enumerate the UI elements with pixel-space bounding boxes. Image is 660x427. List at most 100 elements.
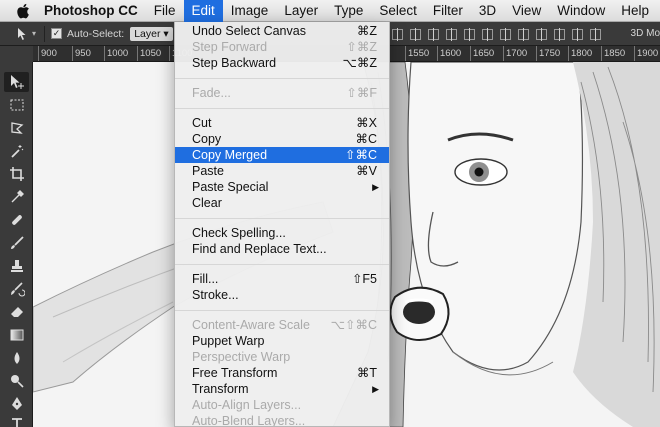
menu-item-puppet-warp[interactable]: Puppet Warp [175, 333, 389, 349]
menu-window[interactable]: Window [549, 0, 613, 22]
menu-separator [175, 108, 389, 109]
brush-tool-icon [10, 236, 24, 249]
ruler-tick [38, 46, 39, 61]
menu-item-check-spelling[interactable]: Check Spelling... [175, 225, 389, 241]
lasso-tool[interactable] [4, 118, 29, 138]
auto-select-target-dropdown[interactable]: Layer ▾ [130, 26, 173, 41]
eraser-tool-icon [10, 307, 23, 317]
menu-image[interactable]: Image [223, 0, 277, 22]
ruler-label: 1850 [604, 48, 626, 59]
menu-item-label: Auto-Align Layers... [192, 398, 302, 412]
history-brush-tool[interactable] [4, 279, 29, 299]
move-tool-preset-icon[interactable] [16, 27, 30, 41]
ruler-origin[interactable] [0, 46, 33, 62]
brush-tool[interactable] [4, 233, 29, 253]
menu-item-cut[interactable]: Cut ⌘X [175, 115, 389, 131]
menu-item-copy-merged[interactable]: Copy Merged ⇧⌘C [175, 147, 389, 163]
menu-item-label: Undo Select Canvas [192, 24, 306, 38]
crop-tool[interactable] [4, 164, 29, 184]
menu-item-fade: Fade... ⇧⌘F [175, 85, 389, 101]
ruler-label: 950 [75, 48, 91, 59]
eyedropper-tool[interactable] [4, 187, 29, 207]
menu-item-content-aware-scale: Content-Aware Scale ⌥⇧⌘C [175, 317, 389, 333]
menu-item-label: Copy Merged [192, 148, 268, 162]
menu-edit[interactable]: Edit [183, 0, 223, 22]
menu-3d[interactable]: 3D [471, 0, 504, 22]
tool-preset-caret-icon[interactable]: ▾ [32, 29, 36, 38]
menu-item-label: Transform [192, 382, 249, 396]
3d-mode-label: 3D Mo [630, 28, 660, 39]
distribute-left-icon[interactable] [554, 27, 565, 41]
align-bottom-icon[interactable] [428, 27, 439, 41]
menu-item-find-and-replace-text[interactable]: Find and Replace Text... [175, 241, 389, 257]
menu-item-stroke[interactable]: Stroke... [175, 287, 389, 303]
history-brush-tool-icon [10, 282, 25, 297]
lasso-tool-icon [10, 122, 23, 134]
distribute-top-icon[interactable] [500, 27, 511, 41]
pen-tool[interactable] [4, 394, 29, 414]
eyedropper-tool-icon [11, 190, 24, 203]
dodge-tool[interactable] [4, 371, 29, 391]
menu-item-transform[interactable]: Transform ▶ [175, 381, 389, 397]
align-hcenter-icon[interactable] [464, 27, 475, 41]
menu-layer[interactable]: Layer [276, 0, 326, 22]
ruler-tick [72, 46, 73, 61]
menu-item-label: Paste [192, 164, 224, 178]
menu-item-shortcut: ⇧⌘Z [346, 40, 377, 54]
menu-view[interactable]: View [504, 0, 549, 22]
ruler-tick [568, 46, 569, 61]
distribute-hcenter-icon[interactable] [572, 27, 583, 41]
ruler-tick [536, 46, 537, 61]
ruler-tick [634, 46, 635, 61]
menu-item-step-backward[interactable]: Step Backward ⌥⌘Z [175, 55, 389, 71]
options-divider [44, 25, 46, 42]
menu-separator [175, 264, 389, 265]
magic-wand-tool[interactable] [4, 141, 29, 161]
align-vcenter-icon[interactable] [410, 27, 421, 41]
menu-item-label: Puppet Warp [192, 334, 265, 348]
submenu-arrow-icon: ▶ [372, 384, 379, 394]
type-tool[interactable] [4, 414, 29, 427]
align-top-icon[interactable] [392, 27, 403, 41]
eraser-tool[interactable] [4, 302, 29, 322]
menu-item-free-transform[interactable]: Free Transform ⌘T [175, 365, 389, 381]
menu-item-clear[interactable]: Clear [175, 195, 389, 211]
menu-select[interactable]: Select [371, 0, 425, 22]
menu-item-label: Fill... [192, 272, 219, 286]
app-menu[interactable]: Photoshop CC [40, 0, 146, 22]
ruler-label: 1750 [539, 48, 561, 59]
align-left-icon[interactable] [446, 27, 457, 41]
menu-item-copy[interactable]: Copy ⌘C [175, 131, 389, 147]
auto-select-checkbox[interactable]: ✓ [51, 28, 63, 39]
menu-item-label: Step Forward [192, 40, 268, 54]
menu-item-label: Perspective Warp [192, 350, 291, 364]
menu-bar: Photoshop CC File Edit Image Layer Type … [0, 0, 660, 22]
menu-item-label: Auto-Blend Layers... [192, 414, 306, 427]
healing-brush-tool[interactable] [4, 210, 29, 230]
menu-file[interactable]: File [146, 0, 184, 22]
align-right-icon[interactable] [482, 27, 493, 41]
blur-tool[interactable] [4, 348, 29, 368]
menu-filter[interactable]: Filter [425, 0, 471, 22]
submenu-arrow-icon: ▶ [372, 182, 379, 192]
menu-item-shortcut: ⌘X [356, 116, 377, 130]
distribute-vcenter-icon[interactable] [518, 27, 529, 41]
clone-stamp-tool[interactable] [4, 256, 29, 276]
menu-type[interactable]: Type [326, 0, 371, 22]
menu-item-perspective-warp: Perspective Warp [175, 349, 389, 365]
menu-item-shortcut: ⌘C [355, 132, 377, 146]
type-tool-icon [11, 418, 22, 427]
distribute-bottom-icon[interactable] [536, 27, 547, 41]
gradient-tool[interactable] [4, 325, 29, 345]
tools-panel [0, 62, 33, 427]
menu-item-paste-special[interactable]: Paste Special ▶ [175, 179, 389, 195]
move-tool[interactable] [4, 72, 29, 92]
apple-menu-icon[interactable] [16, 3, 30, 19]
menu-help[interactable]: Help [613, 0, 657, 22]
menu-item-paste[interactable]: Paste ⌘V [175, 163, 389, 179]
menu-item-undo-select-canvas[interactable]: Undo Select Canvas ⌘Z [175, 23, 389, 39]
marquee-tool[interactable] [4, 95, 29, 115]
edit-menu-dropdown: Undo Select Canvas ⌘Z Step Forward ⇧⌘Z Step … [174, 22, 390, 427]
menu-item-fill[interactable]: Fill... ⇧F5 [175, 271, 389, 287]
distribute-right-icon[interactable] [590, 27, 601, 41]
